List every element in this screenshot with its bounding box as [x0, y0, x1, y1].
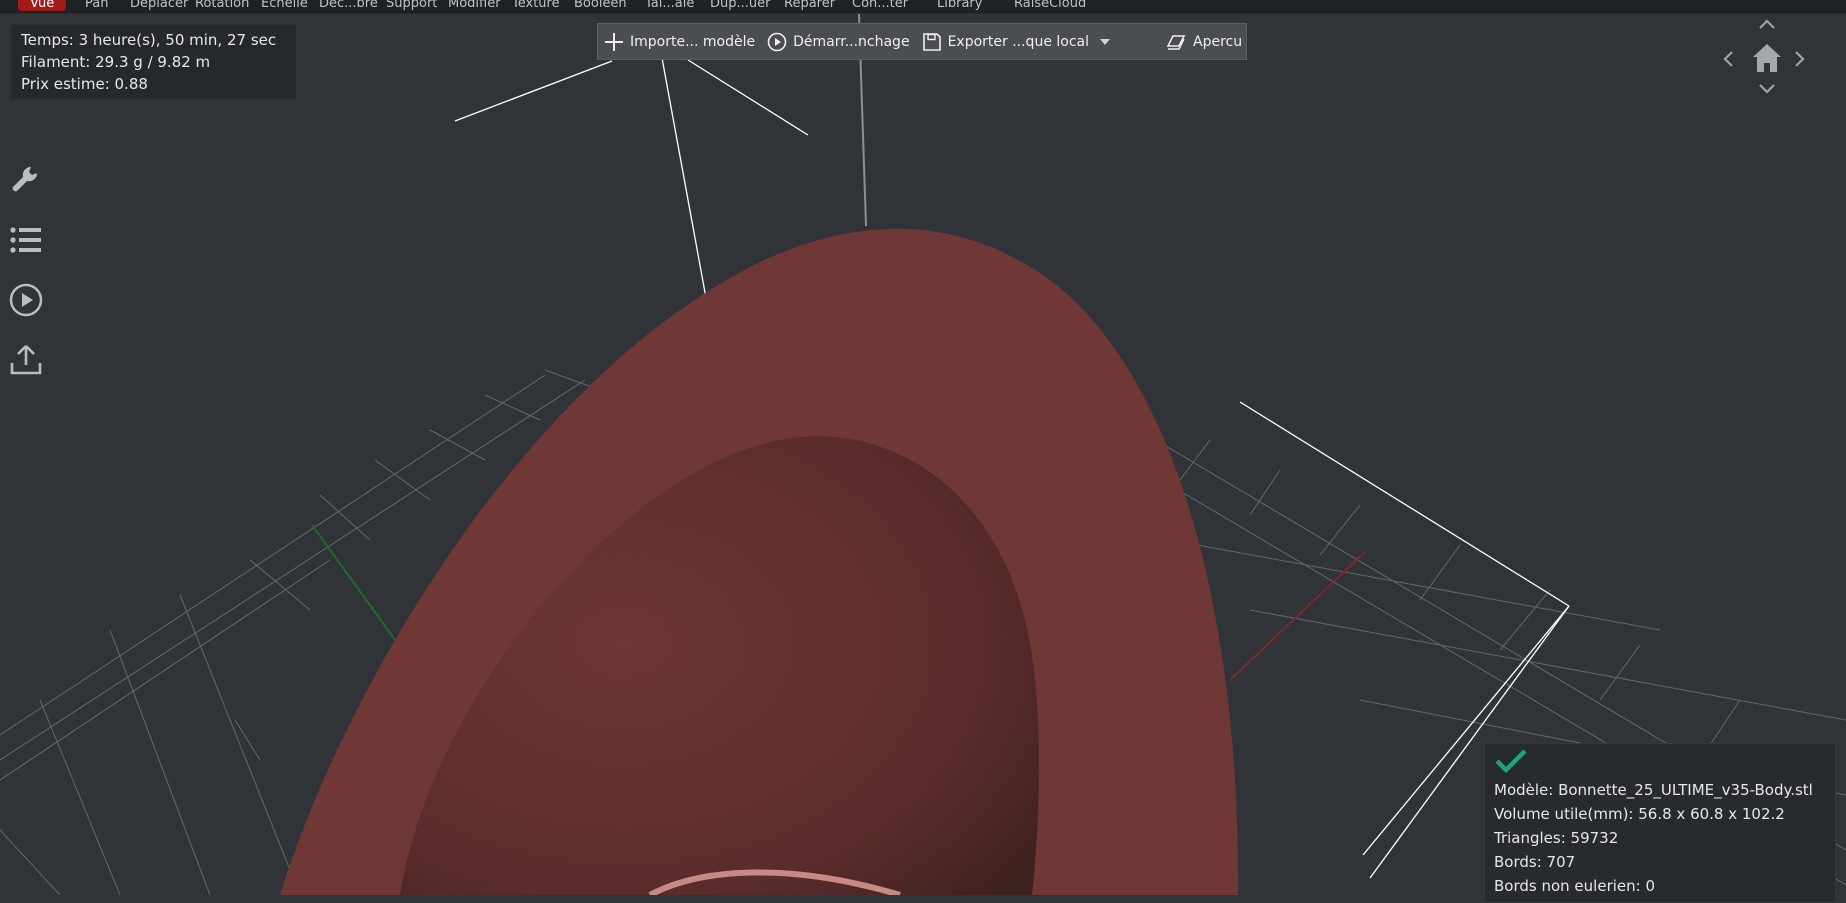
layers-icon — [1166, 34, 1186, 50]
checkmark-icon — [1495, 749, 1527, 774]
menu-item-echelle[interactable]: Echelle — [261, 0, 308, 11]
wrench-icon — [12, 166, 38, 192]
menu-item-deplacer[interactable]: Deplacer — [130, 0, 188, 11]
print-time: Temps: 3 heure(s), 50 min, 27 sec — [21, 31, 277, 49]
play-tool-button[interactable] — [0, 270, 52, 330]
y-axis-line — [311, 524, 407, 656]
model-info-panel: Modèle: Bonnette_25_ULTIME_v35-Body.stl … — [1484, 743, 1836, 903]
menu-item-vue[interactable]: Vue — [18, 0, 67, 11]
start-slicing-button[interactable]: Démarr...nchage — [761, 24, 915, 59]
export-local-label: Exporter ...que local — [947, 33, 1090, 50]
estimated-price: Prix estime: 0.88 — [21, 75, 148, 93]
chevron-down-icon[interactable] — [1758, 83, 1776, 95]
menu-item-rotation[interactable]: Rotation — [195, 0, 249, 11]
model-non-eulerian-edges: Bords non eulerien: 0 — [1494, 877, 1656, 895]
view-navigation — [1722, 18, 1810, 100]
menu-item-modifier[interactable]: Modifier — [448, 0, 501, 11]
menu-item-booleen[interactable]: Booleen — [574, 0, 627, 11]
play-icon — [9, 283, 43, 317]
upload-tool-button[interactable] — [0, 330, 52, 390]
preview-button[interactable]: Apercu — [1125, 24, 1248, 59]
import-model-button[interactable]: Importe... modèle — [598, 24, 761, 59]
object-list-button[interactable] — [0, 210, 52, 270]
menu-item-convertir[interactable]: Con...ter — [852, 0, 908, 11]
menu-item-reparer[interactable]: Reparer — [784, 0, 835, 11]
menu-item-support[interactable]: Support — [386, 0, 437, 11]
menu-item-texture[interactable]: Texture — [512, 0, 560, 11]
caret-down-icon — [1100, 38, 1111, 45]
start-slicing-label: Démarr...nchage — [793, 33, 910, 50]
menu-item-decoupe[interactable]: Dec...bre — [319, 0, 378, 11]
model-volume: Volume utile(mm): 56.8 x 60.8 x 102.2 — [1494, 805, 1785, 823]
preview-label: Apercu — [1193, 33, 1243, 50]
side-toolbar — [0, 150, 52, 390]
chevron-right-icon[interactable] — [1794, 50, 1806, 68]
import-model-label: Importe... modèle — [630, 33, 756, 50]
model-filename: Modèle: Bonnette_25_ULTIME_v35-Body.stl — [1494, 781, 1813, 799]
model-triangles: Triangles: 59732 — [1494, 829, 1619, 847]
model-edges: Bords: 707 — [1494, 853, 1576, 871]
settings-tool-button[interactable] — [0, 150, 52, 210]
upload-icon — [10, 345, 42, 375]
menu-item-taille[interactable]: Tai...ale — [645, 0, 694, 11]
plus-icon — [605, 32, 623, 51]
export-dropdown-button[interactable] — [1095, 24, 1125, 59]
menu-bar: Vue Pan Deplacer Rotation Echelle Dec...… — [0, 0, 1846, 14]
menu-item-library[interactable]: Library — [937, 0, 982, 11]
main-toolbar: Importe... modèle Démarr...nchage Export… — [597, 23, 1247, 60]
save-icon — [922, 32, 941, 51]
chevron-left-icon[interactable] — [1722, 50, 1734, 68]
x-axis-line-red — [1229, 551, 1366, 681]
chevron-up-icon[interactable] — [1758, 18, 1776, 30]
home-icon[interactable] — [1751, 42, 1783, 74]
list-icon — [10, 227, 41, 253]
filament-usage: Filament: 29.3 g / 9.82 m — [21, 53, 211, 71]
export-local-button[interactable]: Exporter ...que local — [916, 24, 1095, 59]
menu-item-dupliquer[interactable]: Dup...uer — [710, 0, 770, 11]
menu-item-raisecloud[interactable]: RaiseCloud — [1014, 0, 1086, 11]
print-stats-panel: Temps: 3 heure(s), 50 min, 27 sec Filame… — [10, 24, 297, 100]
menu-item-pan[interactable]: Pan — [85, 0, 108, 11]
play-circle-icon — [767, 32, 787, 51]
